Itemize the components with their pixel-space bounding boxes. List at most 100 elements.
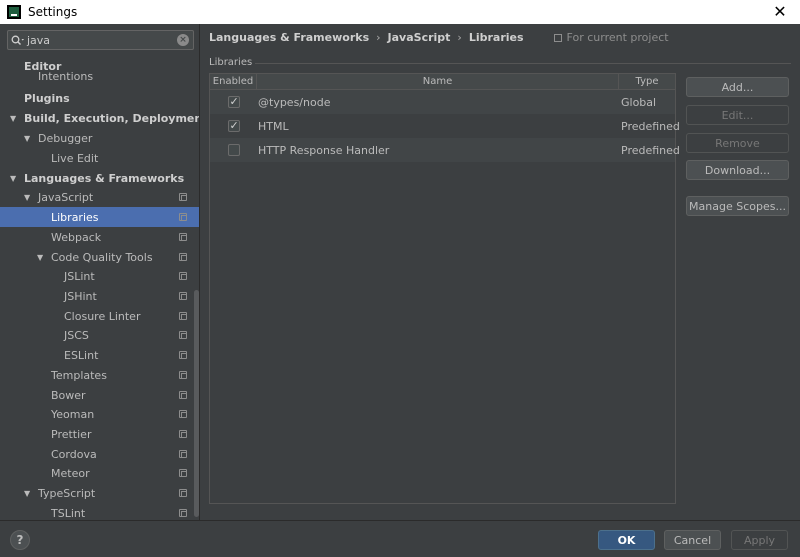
- help-button[interactable]: ?: [10, 530, 30, 550]
- libraries-table: Enabled Name Type @types/node Global HTML P…: [209, 73, 680, 504]
- cancel-button[interactable]: Cancel: [664, 530, 721, 550]
- enabled-cell: [210, 95, 257, 108]
- project-level-icon: [179, 331, 187, 339]
- sidebar-item[interactable]: ESLint: [0, 345, 199, 365]
- sidebar-item[interactable]: Intentions: [0, 69, 199, 83]
- sidebar-item-label: Intentions: [38, 69, 94, 83]
- sidebar-item[interactable]: ▼ Languages & Frameworks: [0, 168, 199, 188]
- sidebar-item[interactable]: Closure Linter: [0, 306, 199, 326]
- project-level-icon: [179, 509, 187, 517]
- sidebar-item-label: JSCS: [64, 328, 89, 342]
- project-level-icon: [179, 292, 187, 300]
- expand-arrow-icon[interactable]: ▼: [10, 174, 16, 183]
- sidebar-item[interactable]: ▼ Debugger: [0, 128, 199, 148]
- library-enabled-checkbox[interactable]: [227, 119, 240, 132]
- library-enabled-checkbox[interactable]: [227, 95, 240, 108]
- sidebar-item[interactable]: ▼ Build, Execution, Deployment: [0, 108, 200, 128]
- sidebar-item[interactable]: Libraries: [0, 207, 199, 227]
- title-bar: Settings ✕: [0, 0, 800, 24]
- table-row[interactable]: HTTP Response Handler Predefined: [210, 138, 680, 162]
- project-level-icon: [179, 193, 187, 201]
- remove-library-button[interactable]: Remove: [686, 133, 789, 153]
- breadcrumb-item: Libraries: [468, 31, 524, 44]
- column-header-type[interactable]: Type: [619, 74, 675, 90]
- download-library-button[interactable]: Download...: [686, 160, 789, 180]
- sidebar-item[interactable]: ▼ JavaScript: [0, 187, 199, 207]
- sidebar-item-label: Debugger: [38, 131, 93, 145]
- table-header: Enabled Name Type: [210, 74, 675, 90]
- sidebar-item[interactable]: JSCS: [0, 325, 199, 345]
- sidebar-item[interactable]: Yeoman: [0, 404, 199, 424]
- sidebar-item-label: Plugins: [24, 91, 70, 105]
- table-row[interactable]: HTML Predefined: [210, 114, 680, 138]
- table-row[interactable]: @types/node Global: [210, 90, 675, 114]
- sidebar-item[interactable]: Templates: [0, 365, 199, 385]
- enabled-cell: [210, 119, 257, 132]
- project-level-icon: [179, 410, 187, 418]
- sidebar-item-label: JSLint: [64, 269, 95, 283]
- project-level-icon: [179, 489, 187, 497]
- sidebar-item[interactable]: JSHint: [0, 286, 199, 306]
- sidebar-item-label: Closure Linter: [64, 309, 141, 323]
- sidebar-item[interactable]: ▼ TypeScript: [0, 483, 199, 503]
- sidebar-item[interactable]: Plugins: [0, 88, 199, 108]
- project-scope-note: For current project: [553, 31, 669, 44]
- sidebar-item[interactable]: Prettier: [0, 424, 199, 444]
- sidebar-item[interactable]: Cordova: [0, 444, 199, 464]
- settings-sidebar: java × Editor Intentions Plugins ▼ Build, Ex…: [0, 24, 200, 520]
- project-level-icon: [179, 312, 187, 320]
- close-window-button[interactable]: ✕: [770, 2, 790, 22]
- sidebar-item-label: Build, Execution, Deployment: [24, 111, 200, 125]
- dialog-footer: ? OK Cancel Apply: [0, 520, 800, 557]
- add-library-button[interactable]: Add...: [686, 77, 789, 97]
- expand-arrow-icon[interactable]: ▼: [10, 114, 16, 123]
- breadcrumb: Languages & Frameworks › JavaScript › Li…: [209, 31, 669, 44]
- settings-content: Languages & Frameworks › JavaScript › Li…: [201, 24, 800, 520]
- edit-library-button[interactable]: Edit...: [686, 105, 789, 125]
- search-icon[interactable]: [8, 35, 26, 46]
- manage-scopes-button[interactable]: Manage Scopes...: [686, 196, 789, 216]
- expand-arrow-icon[interactable]: ▼: [37, 253, 43, 262]
- breadcrumb-separator: ›: [457, 31, 462, 44]
- expand-arrow-icon[interactable]: ▼: [24, 489, 30, 498]
- sidebar-item[interactable]: Bower: [0, 385, 199, 405]
- sidebar-item-label: TypeScript: [38, 486, 96, 500]
- library-enabled-checkbox[interactable]: [227, 144, 240, 156]
- project-level-icon: [179, 233, 187, 241]
- column-header-name[interactable]: Name: [257, 74, 619, 90]
- sidebar-item[interactable]: JSLint: [0, 266, 199, 286]
- ok-button[interactable]: OK: [598, 530, 655, 550]
- expand-arrow-icon[interactable]: ▼: [24, 134, 30, 143]
- sidebar-item-label: Templates: [51, 368, 107, 382]
- sidebar-item[interactable]: TSLint: [0, 503, 199, 520]
- search-input[interactable]: java: [26, 34, 177, 47]
- expand-arrow-icon[interactable]: ▼: [24, 193, 30, 202]
- sidebar-item-label: Live Edit: [51, 151, 99, 165]
- section-divider: [255, 63, 791, 64]
- window-title: Settings: [28, 5, 78, 19]
- sidebar-item[interactable]: Meteor: [0, 463, 199, 483]
- clear-search-icon[interactable]: ×: [177, 34, 189, 46]
- sidebar-item-label: ESLint: [64, 348, 99, 362]
- sidebar-item[interactable]: ▼ Code Quality Tools: [0, 247, 199, 267]
- enabled-cell: [210, 144, 257, 156]
- project-scope-icon: [553, 33, 562, 42]
- sidebar-item-label: Code Quality Tools: [51, 250, 153, 264]
- sidebar-item[interactable]: Live Edit: [0, 148, 199, 168]
- library-type: Predefined: [621, 119, 680, 133]
- sidebar-item[interactable]: Webpack: [0, 227, 199, 247]
- breadcrumb-item[interactable]: JavaScript: [388, 31, 451, 44]
- sidebar-item-label: Yeoman: [51, 407, 95, 421]
- apply-button[interactable]: Apply: [731, 530, 788, 550]
- sidebar-item-label: Meteor: [51, 466, 90, 480]
- project-level-icon: [179, 253, 187, 261]
- library-type: Global: [621, 95, 657, 109]
- sidebar-scrollbar-thumb[interactable]: [194, 290, 199, 517]
- settings-search-box[interactable]: java ×: [7, 30, 194, 50]
- project-level-icon: [179, 430, 187, 438]
- project-level-icon: [179, 371, 187, 379]
- sidebar-item-label: Webpack: [51, 230, 102, 244]
- breadcrumb-item[interactable]: Languages & Frameworks: [209, 31, 369, 44]
- library-name: HTML: [258, 119, 289, 133]
- column-header-enabled[interactable]: Enabled: [210, 74, 257, 90]
